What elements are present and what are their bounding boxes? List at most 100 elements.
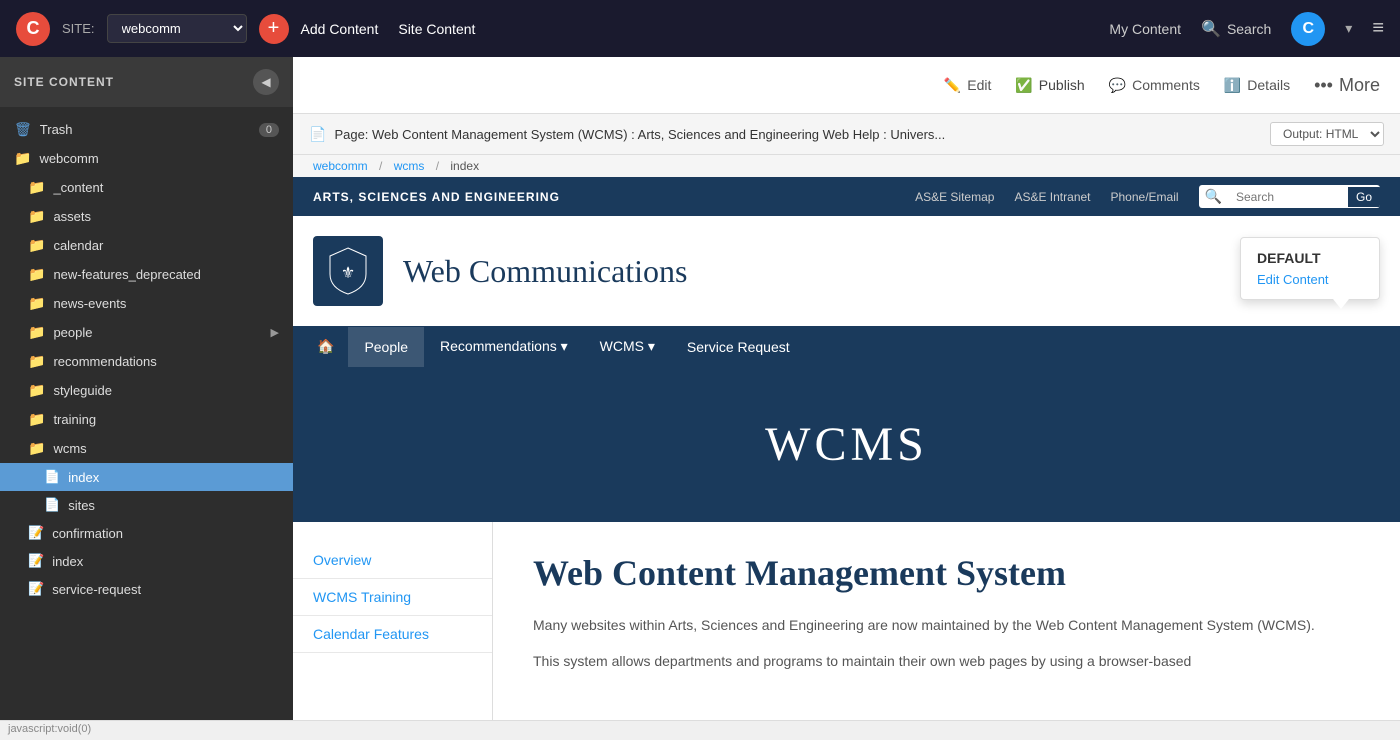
file-doc-icon: 📝 [28,553,44,569]
breadcrumb-part-2[interactable]: wcms [394,159,425,173]
sidebar-item-index-root[interactable]: 📝 index [0,547,293,575]
preview-sidebar-overview[interactable]: Overview [293,542,492,579]
user-avatar[interactable]: C [1291,12,1325,46]
sidebar-item-index-selected[interactable]: 📄 index [0,463,293,491]
preview-logo-area: ⚜ Web Communications [293,216,1400,326]
search-label: Search [1227,21,1271,37]
collapse-icon: ◀ [261,75,270,89]
preview-site-header: ARTS, SCIENCES AND ENGINEERING AS&E Site… [293,177,1400,216]
action-bar: ✏️ Edit ✅ Publish 💬 Comments ℹ️ Details … [293,57,1400,114]
publish-label: Publish [1039,77,1085,93]
sidebar-tree: 🗑 Trash 0 📁 webcomm 📁 _content 📁 assets [0,107,293,720]
preview-nav-home[interactable]: 🏠 [303,326,348,367]
sidebar-item-confirmation[interactable]: 📝 confirmation [0,519,293,547]
preview-search-bar: 🔍 Go [1199,185,1380,208]
trash-label: Trash [40,122,73,137]
sidebar-item-label: confirmation [52,526,123,541]
sidebar-item-service-request[interactable]: 📝 service-request [0,575,293,603]
preview-nav-recommendations[interactable]: Recommendations ▾ [424,326,584,367]
topbar: C SITE: webcomm + Add Content Site Conte… [0,0,1400,57]
user-chevron-icon[interactable]: ▾ [1345,20,1352,37]
folder-icon: 📁 [28,208,45,225]
sidebar-item-label: assets [53,209,91,224]
preview-search-input[interactable] [1228,187,1348,207]
sidebar-item-trash[interactable]: 🗑 Trash 0 [0,115,293,144]
popup-default-label: DEFAULT [1257,250,1363,266]
sidebar-item-people[interactable]: 📁 people ▶ [0,318,293,347]
sidebar-item-assets[interactable]: 📁 assets [0,202,293,231]
chevron-right-icon: ▶ [271,326,279,339]
add-content-label[interactable]: Add Content [301,21,379,37]
sidebar-item-label: new-features_deprecated [53,267,200,282]
preview-area: DEFAULT Edit Content ARTS, SCIENCES AND … [293,177,1400,720]
file-icon: 📄 [44,497,60,513]
folder-icon: 📁 [28,411,45,428]
preview-site-title: ARTS, SCIENCES AND ENGINEERING [313,190,560,204]
preview-search-icon: 🔍 [1199,185,1228,208]
breadcrumb-part-1[interactable]: webcomm [313,159,368,173]
sidebar-item-styleguide[interactable]: 📁 styleguide [0,376,293,405]
sidebar-item-calendar[interactable]: 📁 calendar [0,231,293,260]
folder-icon: 📁 [28,295,45,312]
folder-icon: 📁 [28,237,45,254]
preview-nav-intranet[interactable]: AS&E Intranet [1014,190,1090,204]
topbar-right: My Content 🔍 Search C ▾ ≡ [1109,12,1384,46]
sidebar-item-label: webcomm [39,151,98,166]
sidebar-collapse-button[interactable]: ◀ [253,69,279,95]
publish-button[interactable]: ✅ Publish [1015,77,1084,94]
preview-nav-phone[interactable]: Phone/Email [1111,190,1179,204]
site-selector[interactable]: webcomm [107,14,247,43]
sidebar-item-webcomm[interactable]: 📁 webcomm [0,144,293,173]
publish-icon: ✅ [1015,77,1032,94]
trash-icon: 🗑 [14,121,32,138]
preview-nav-service-request[interactable]: Service Request [671,327,806,367]
preview-nav-sitemap[interactable]: AS&E Sitemap [915,190,994,204]
preview-nav-wcms[interactable]: WCMS ▾ [584,326,671,367]
preview-sidebar-calendar[interactable]: Calendar Features [293,616,492,653]
hamburger-menu-button[interactable]: ≡ [1372,17,1384,40]
preview-sidebar-wcms-training[interactable]: WCMS Training [293,579,492,616]
preview-banner-text: WCMS [765,418,928,471]
sidebar-item-label: service-request [52,582,141,597]
preview-site-name: Web Communications [403,253,688,290]
sidebar-item-news-events[interactable]: 📁 news-events [0,289,293,318]
sidebar-item-label: calendar [53,238,103,253]
sidebar-item-label: training [53,412,96,427]
edit-icon: ✏️ [944,77,961,94]
popup-edit-content-link[interactable]: Edit Content [1257,272,1363,287]
my-content-link[interactable]: My Content [1109,21,1181,37]
preview-main-text-1: Many websites within Arts, Sciences and … [533,614,1360,636]
sidebar-item-new-features[interactable]: 📁 new-features_deprecated [0,260,293,289]
preview-main-content: Web Content Management System Many websi… [493,522,1400,720]
file-doc-icon: 📝 [28,581,44,597]
more-button[interactable]: ••• More [1314,75,1380,96]
more-label: More [1339,75,1380,96]
sidebar-item-sites[interactable]: 📄 sites [0,491,293,519]
preview-main-title: Web Content Management System [533,552,1360,594]
app-logo[interactable]: C [16,12,50,46]
sidebar-item-training[interactable]: 📁 training [0,405,293,434]
sidebar-item-wcms[interactable]: 📁 wcms [0,434,293,463]
add-content-plus-button[interactable]: + [259,14,289,44]
sidebar-header: SITE CONTENT ◀ [0,57,293,107]
breadcrumb: webcomm / wcms / index [293,155,1400,177]
preview-nav-people[interactable]: People [348,327,424,367]
sidebar-item-_content[interactable]: 📁 _content [0,173,293,202]
file-doc-icon: 📝 [28,525,44,541]
site-label: SITE: [62,21,95,36]
search-button[interactable]: 🔍 Search [1201,19,1271,39]
preview-search-go-button[interactable]: Go [1348,187,1380,207]
site-content-link[interactable]: Site Content [398,21,475,37]
university-shield-logo: ⚜ [313,236,383,306]
breadcrumb-part-3: index [450,159,479,173]
edit-label: Edit [967,77,991,93]
preview-site-nav: AS&E Sitemap AS&E Intranet Phone/Email 🔍… [915,185,1380,208]
sidebar-item-label: sites [68,498,95,513]
details-button[interactable]: ℹ️ Details [1224,77,1290,94]
comments-button[interactable]: 💬 Comments [1109,77,1200,94]
output-selector[interactable]: Output: HTML [1270,122,1384,146]
page-icon: 📄 [309,126,326,143]
edit-button[interactable]: ✏️ Edit [944,77,992,94]
sidebar-item-recommendations[interactable]: 📁 recommendations [0,347,293,376]
folder-icon: 📁 [28,324,45,341]
